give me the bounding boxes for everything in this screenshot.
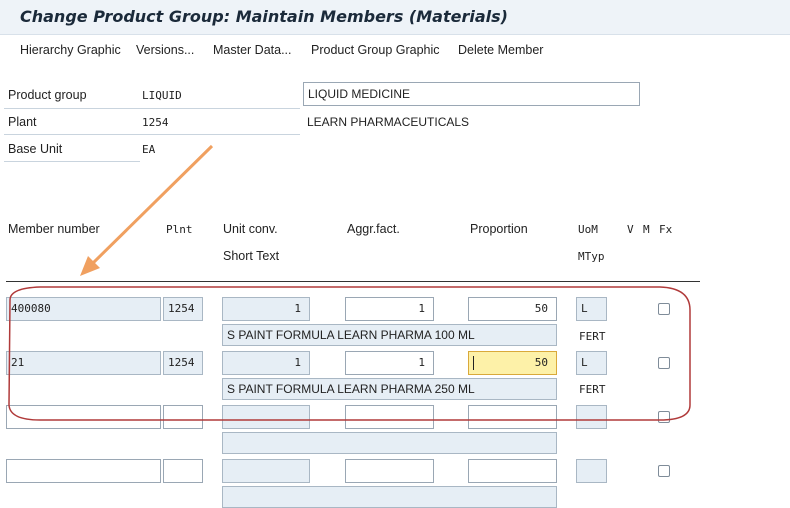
annotation-arrow-shaft	[90, 144, 214, 266]
highlight-outline	[8, 286, 691, 421]
annotation-overlay	[8, 144, 691, 421]
